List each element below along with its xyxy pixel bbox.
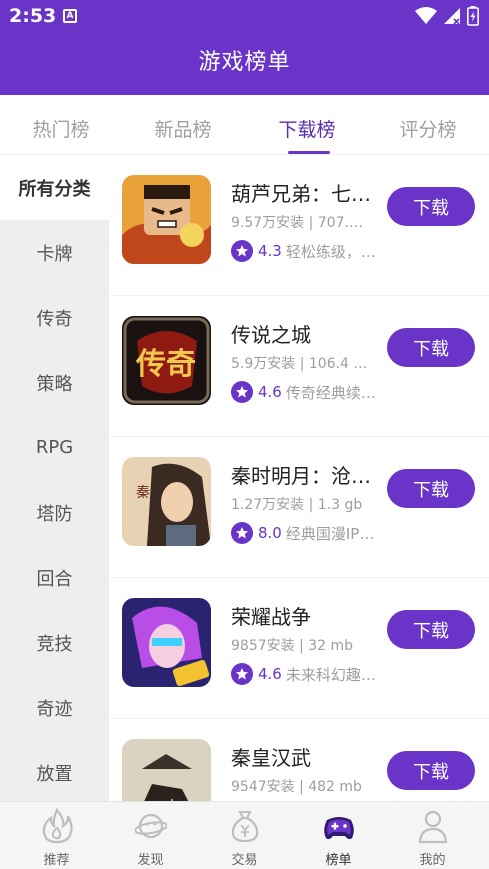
active-tab-indicator [288,151,330,154]
game-icon-glory-war [122,598,211,687]
nav-recommend[interactable]: 推荐 [8,802,105,869]
app-header: 2:53 A 游戏榜单 [0,0,489,95]
planet-icon [135,813,167,839]
star-icon [231,522,253,544]
game-name: 秦皇汉武 [231,746,311,770]
star-icon [231,663,253,685]
nav-discover[interactable]: 发现 [102,802,199,869]
game-row[interactable]: 传奇 传说之城 5.9万安装 | 106.4 … 4.6 传奇经典续… 下载 [109,296,489,437]
game-list: 葫芦兄弟：七… 9.57万安装 | 707.3 … 4.3 轻松练级，… 下载 … [109,155,489,801]
game-icon-qin-emperor: 秦 [122,739,211,801]
game-icon-legend-city: 传奇 [122,316,211,405]
category-legend[interactable]: 传奇 [0,285,109,350]
nav-label: 榜单 [325,853,352,868]
battery-icon [467,6,479,26]
tab-download[interactable]: 下载榜 [257,115,357,142]
game-description: 经典国漫IP… [285,524,375,543]
ranking-tabs: 热门榜 新品榜 下载榜 评分榜 [0,95,489,155]
category-strategy[interactable]: 策略 [0,350,109,415]
game-rating: 8.0 经典国漫IP… [231,522,379,544]
nav-profile[interactable]: 我的 [384,802,481,869]
nav-ranking[interactable]: 榜单 [290,802,387,869]
rating-score: 4.3 [258,242,282,260]
cellular-signal-icon [444,8,460,25]
rating-score: 4.6 [258,665,282,683]
game-meta: 5.9万安装 | 106.4 … [231,356,368,372]
category-rpg[interactable]: RPG [0,415,109,480]
page-title: 游戏榜单 [198,50,291,75]
category-competitive[interactable]: 竞技 [0,610,109,675]
category-all[interactable]: 所有分类 [0,155,109,220]
game-meta: 9.57万安装 | 707.3 … [231,215,371,231]
category-idle[interactable]: 放置 [0,740,109,801]
game-description: 传奇经典续… [285,383,376,402]
nav-label: 发现 [137,853,164,868]
svg-text:传奇: 传奇 [135,347,196,382]
game-name: 葫芦兄弟：七… [231,182,371,206]
game-meta: 1.27万安装 | 1.3 gb [231,497,363,513]
game-name: 秦时明月：沧… [231,464,371,488]
star-icon [231,240,253,262]
game-icon-qin-moon: 秦 [122,457,211,546]
person-icon [418,810,448,844]
download-button[interactable]: 下载 [387,751,475,790]
sim-card-icon: A [63,9,77,23]
wifi-icon [415,7,437,24]
game-name: 荣耀战争 [231,605,311,629]
nav-label: 推荐 [43,853,70,868]
bottom-navigation: 推荐 发现 交易 榜单 我的 [0,801,489,869]
star-icon [231,381,253,403]
game-row[interactable]: 葫芦兄弟：七… 9.57万安装 | 707.3 … 4.3 轻松练级，… 下载 [109,155,489,296]
nav-label: 我的 [419,853,446,868]
game-rating: 4.3 轻松练级，… [231,240,379,262]
game-description: 未来科幻趣… [285,665,376,684]
download-button[interactable]: 下载 [387,328,475,367]
game-meta: 9857安装 | 32 mb [231,638,354,654]
download-button[interactable]: 下载 [387,187,475,226]
game-rating: 4.6 传奇经典续… [231,381,379,403]
download-button[interactable]: 下载 [387,610,475,649]
svg-text:秦: 秦 [136,485,150,501]
game-icon-calabash [122,175,211,264]
tab-rating[interactable]: 评分榜 [378,115,478,142]
status-icons [415,6,479,26]
flame-icon [42,808,73,844]
nav-trade[interactable]: 交易 [196,802,293,869]
category-tower-defense[interactable]: 塔防 [0,480,109,545]
money-bag-icon [231,811,259,843]
nav-label: 交易 [231,853,258,868]
game-rating: 4.6 未来科幻趣… [231,663,379,685]
category-turn-based[interactable]: 回合 [0,545,109,610]
category-card[interactable]: 卡牌 [0,220,109,285]
rating-score: 8.0 [258,524,282,542]
game-row[interactable]: 荣耀战争 9857安装 | 32 mb 4.6 未来科幻趣… 下载 [109,578,489,719]
category-miracle[interactable]: 奇迹 [0,675,109,740]
tab-new[interactable]: 新品榜 [133,115,233,142]
gamepad-icon [324,817,354,840]
game-name: 传说之城 [231,323,311,347]
game-row[interactable]: 秦 秦皇汉武 9547安装 | 482 mb 下载 [109,719,489,801]
rating-score: 4.6 [258,383,282,401]
game-row[interactable]: 秦 秦时明月：沧… 1.27万安装 | 1.3 gb 8.0 经典国漫IP… 下… [109,437,489,578]
download-button[interactable]: 下载 [387,469,475,508]
status-bar: 2:53 A [0,0,489,32]
game-meta: 9547安装 | 482 mb [231,779,362,795]
status-time: 2:53 [9,5,57,27]
game-description: 轻松练级，… [285,242,376,261]
tab-hot[interactable]: 热门榜 [11,115,111,142]
category-sidebar: 所有分类 卡牌 传奇 策略 RPG 塔防 回合 竞技 奇迹 放置 [0,155,109,801]
